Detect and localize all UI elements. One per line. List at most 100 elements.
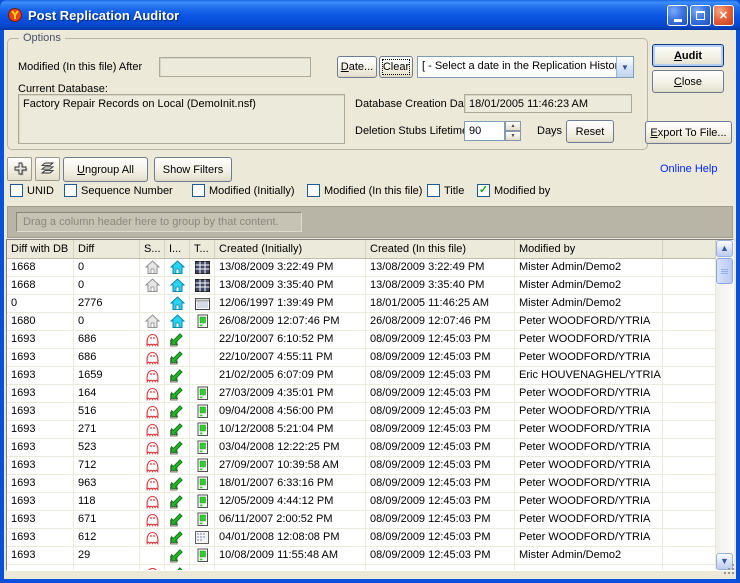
- chevron-down-icon[interactable]: ▼: [616, 57, 633, 77]
- stubs-lifetime-stepper: ▲ ▼: [464, 121, 521, 141]
- minimize-button[interactable]: [667, 5, 688, 26]
- online-help-link[interactable]: Online Help: [660, 163, 717, 175]
- table-row[interactable]: 1668013/08/2009 3:22:49 PM13/08/2009 3:2…: [7, 259, 716, 277]
- table-row[interactable]: 1680026/08/2009 12:07:46 PM26/08/2009 12…: [7, 313, 716, 331]
- reset-button[interactable]: Reset: [566, 120, 614, 143]
- checkbox-modified-initially-[interactable]: Modified (Initially): [192, 184, 295, 197]
- table-row[interactable]: 169311812/05/2009 4:44:12 PM08/09/2009 1…: [7, 493, 716, 511]
- table-row[interactable]: 0277612/06/1997 1:39:49 PM18/01/2005 11:…: [7, 295, 716, 313]
- column-header-modified-by[interactable]: Modified by: [515, 240, 663, 258]
- checkbox-label: Sequence Number: [81, 185, 173, 197]
- checkbox-unchecked-icon[interactable]: [64, 184, 77, 197]
- column-header-diff-with-db[interactable]: Diff with DB: [7, 240, 74, 258]
- collapse-all-button[interactable]: [35, 157, 60, 181]
- table-cell: [7, 565, 74, 571]
- export-to-file-button[interactable]: Export To File...: [645, 121, 732, 144]
- stubs-lifetime-input[interactable]: [464, 121, 505, 141]
- date-button[interactable]: Date...: [337, 56, 377, 78]
- table-cell: 164: [74, 385, 140, 403]
- resize-grip[interactable]: [723, 563, 735, 578]
- table-row[interactable]: 16932910/08/2009 11:55:48 AM08/09/2009 1…: [7, 547, 716, 565]
- grid-icon: [190, 529, 215, 547]
- spin-down-icon[interactable]: ▼: [505, 131, 521, 141]
- table-row[interactable]: 169361204/01/2008 12:08:08 PM08/09/2009 …: [7, 529, 716, 547]
- clear-button[interactable]: Clear: [379, 56, 413, 78]
- table-row[interactable]: 169367106/11/2007 2:00:52 PM08/09/2009 1…: [7, 511, 716, 529]
- titlebar[interactable]: Post Replication Auditor ✕: [0, 0, 740, 30]
- post-replication-auditor-window: Post Replication Auditor ✕ Options Modif…: [0, 0, 740, 583]
- current-database-value: Factory Repair Records on Local (DemoIni…: [18, 94, 345, 144]
- table-cell: 1693: [7, 511, 74, 529]
- close-button[interactable]: Close: [652, 70, 724, 93]
- table-cell: Peter WOODFORD/YTRIA: [515, 385, 663, 403]
- ghost-icon: [140, 331, 165, 349]
- checkbox-checked-icon[interactable]: ✓: [477, 184, 490, 197]
- modified-after-label: Modified (In this file) After: [18, 61, 142, 73]
- table-cell: 08/09/2009 12:45:03 PM: [366, 421, 515, 439]
- import-icon: [165, 439, 190, 457]
- table-cell: [366, 565, 515, 571]
- table-row[interactable]: 169316427/03/2009 4:35:01 PM08/09/2009 1…: [7, 385, 716, 403]
- show-filters-button[interactable]: Show Filters: [154, 157, 232, 182]
- checkbox-unchecked-icon[interactable]: [10, 184, 23, 197]
- table-row[interactable]: 169396318/01/2007 6:33:16 PM08/09/2009 1…: [7, 475, 716, 493]
- table-cell: 1693: [7, 349, 74, 367]
- column-header-empty[interactable]: [663, 240, 716, 258]
- table-row[interactable]: 169352303/04/2008 12:22:25 PM08/09/2009 …: [7, 439, 716, 457]
- column-header-i[interactable]: I...: [165, 240, 190, 258]
- table-cell: 10/12/2008 5:21:04 PM: [215, 421, 366, 439]
- checkbox-unchecked-icon[interactable]: [427, 184, 440, 197]
- vertical-scrollbar[interactable]: ▲ ▼: [716, 240, 733, 570]
- modified-after-input[interactable]: [159, 57, 311, 77]
- table-cell: 27/03/2009 4:35:01 PM: [215, 385, 366, 403]
- house-gray-icon: [140, 313, 165, 331]
- checkbox-modified-by[interactable]: ✓Modified by: [477, 184, 550, 197]
- checkbox-label: Title: [444, 185, 464, 197]
- column-header-created-in-this-file[interactable]: Created (In this file): [366, 240, 515, 258]
- ungroup-all-button[interactable]: Ungroup All: [63, 157, 148, 182]
- column-header-diff[interactable]: Diff: [74, 240, 140, 258]
- expand-all-button[interactable]: [7, 157, 32, 181]
- table-row[interactable]: 169327110/12/2008 5:21:04 PM08/09/2009 1…: [7, 421, 716, 439]
- column-header-s[interactable]: S...: [140, 240, 165, 258]
- table-row[interactable]: 169351609/04/2008 4:56:00 PM08/09/2009 1…: [7, 403, 716, 421]
- table-cell: 03/04/2008 12:22:25 PM: [215, 439, 366, 457]
- maximize-button[interactable]: [690, 5, 711, 26]
- scrollbar-thumb[interactable]: [716, 258, 733, 284]
- table-row[interactable]: 169371227/09/2007 10:39:58 AM08/09/2009 …: [7, 457, 716, 475]
- import-icon: [165, 457, 190, 475]
- table-cell: [663, 547, 716, 565]
- checkbox-unchecked-icon[interactable]: [307, 184, 320, 197]
- table-cell: 1693: [7, 403, 74, 421]
- column-header-t[interactable]: T...: [190, 240, 215, 258]
- close-window-button[interactable]: ✕: [713, 5, 734, 26]
- column-header-created-initially[interactable]: Created (Initially): [215, 240, 366, 258]
- table-row[interactable]: 169368622/10/2007 6:10:52 PM08/09/2009 1…: [7, 331, 716, 349]
- table-cell: Peter WOODFORD/YTRIA: [515, 421, 663, 439]
- audit-button[interactable]: Audit: [652, 44, 724, 67]
- checkbox-title[interactable]: Title: [427, 184, 464, 197]
- group-by-area[interactable]: Drag a column header here to group by th…: [7, 206, 733, 238]
- table-cell: Mister Admin/Demo2: [515, 259, 663, 277]
- checkbox-modified-in-this-file-[interactable]: Modified (In this file): [307, 184, 422, 197]
- table-cell: Peter WOODFORD/YTRIA: [515, 439, 663, 457]
- checkbox-label: Modified (In this file): [324, 185, 422, 197]
- empty-icon-cell: [140, 295, 165, 313]
- scroll-up-icon[interactable]: ▲: [716, 240, 733, 257]
- replication-history-dropdown[interactable]: [ - Select a date in the Replication His…: [417, 56, 634, 78]
- ghost-icon: [140, 439, 165, 457]
- table-cell: Eric HOUVENAGHEL/YTRIA: [515, 367, 663, 385]
- checkbox-unchecked-icon[interactable]: [192, 184, 205, 197]
- table-row[interactable]: 1693165921/02/2005 6:07:09 PM08/09/2009 …: [7, 367, 716, 385]
- table-cell: Peter WOODFORD/YTRIA: [515, 313, 663, 331]
- table-cell: 1693: [7, 367, 74, 385]
- checkbox-sequence-number[interactable]: Sequence Number: [64, 184, 173, 197]
- table-cell: 1659: [74, 367, 140, 385]
- table-row[interactable]: 169368622/10/2007 4:55:11 PM08/09/2009 1…: [7, 349, 716, 367]
- table-row[interactable]: [7, 565, 716, 571]
- table-row[interactable]: 1668013/08/2009 3:35:40 PM13/08/2009 3:3…: [7, 277, 716, 295]
- table-cell: 06/11/2007 2:00:52 PM: [215, 511, 366, 529]
- expand-plus-icon: [12, 160, 28, 179]
- spin-up-icon[interactable]: ▲: [505, 121, 521, 131]
- checkbox-unid[interactable]: UNID: [10, 184, 54, 197]
